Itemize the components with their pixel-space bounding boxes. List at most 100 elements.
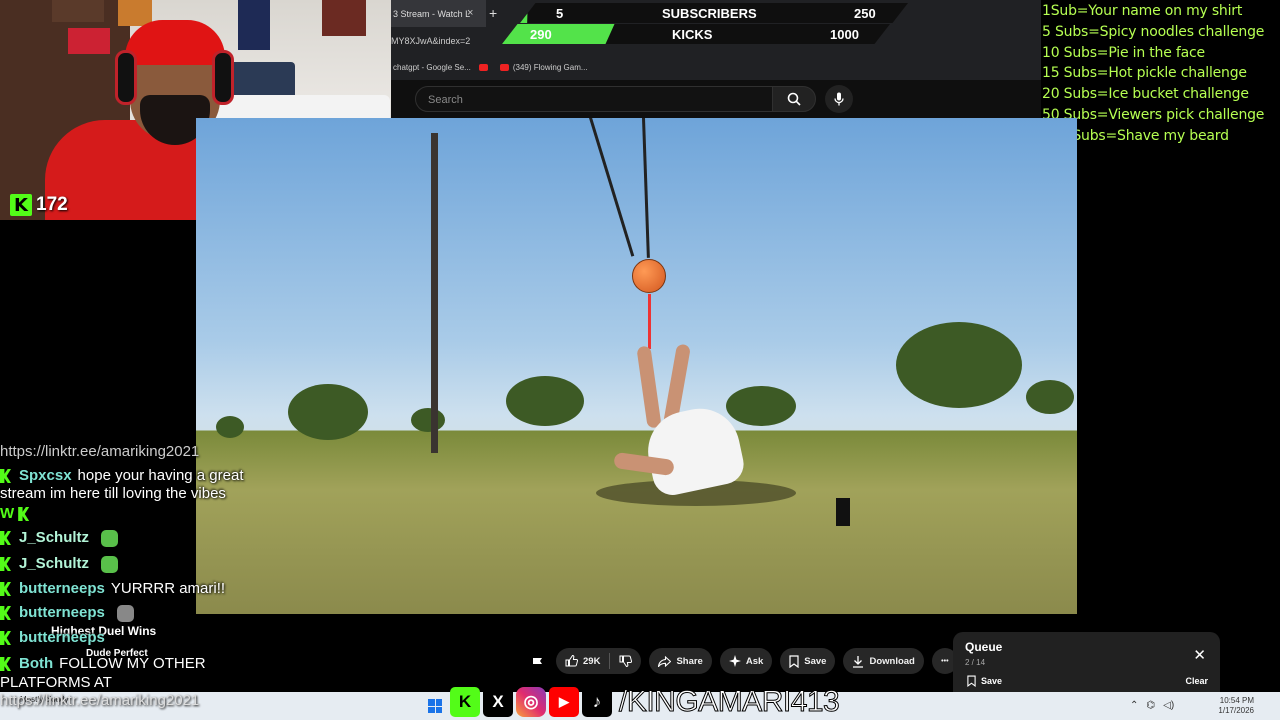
video-player[interactable] bbox=[196, 118, 1077, 614]
chat-link: https://linktr.ee/amariking2021 bbox=[0, 443, 200, 460]
bookmark-item[interactable]: (349) Flowing Gam... bbox=[499, 63, 588, 72]
sub-goal-item: 50 Subs=Viewers pick challenge bbox=[1042, 106, 1265, 123]
subs-goal: 250 bbox=[854, 6, 876, 21]
like-button[interactable]: 29K bbox=[556, 648, 642, 674]
headset bbox=[212, 50, 234, 105]
kick-badge-icon bbox=[0, 657, 11, 672]
search-button[interactable] bbox=[772, 86, 816, 112]
youtube-header: Search bbox=[391, 80, 1042, 118]
basketball bbox=[632, 259, 666, 293]
sub-goal-item: 100 Subs=Shave my beard bbox=[1042, 127, 1229, 144]
chat-message: Both FOLLOW MY OTHER bbox=[0, 655, 206, 672]
flag-poster bbox=[68, 28, 110, 54]
download-label: Download bbox=[869, 655, 915, 667]
kicks-goal-row: 290 KICKS 1000 bbox=[502, 24, 890, 44]
goal-pole bbox=[431, 133, 438, 453]
queue-save-label: Save bbox=[981, 676, 1003, 686]
x-logo-icon: X bbox=[483, 687, 513, 717]
kick-badge-icon bbox=[0, 469, 11, 484]
chat-message: butterneeps YURRRR amari!! bbox=[0, 580, 225, 597]
tree bbox=[506, 376, 584, 426]
chat-text: https://linktr.ee/amariking2021 bbox=[0, 692, 200, 709]
save-label: Save bbox=[804, 655, 827, 667]
tree bbox=[896, 322, 1022, 408]
chat-username: butterneeps bbox=[19, 604, 105, 621]
arm bbox=[636, 345, 662, 429]
thumbs-down-icon[interactable] bbox=[619, 655, 633, 667]
subs-label: SUBSCRIBERS bbox=[662, 6, 757, 21]
share-button[interactable]: Share bbox=[649, 648, 712, 674]
chat-text: PLATFORMS AT bbox=[0, 674, 112, 691]
tree bbox=[1026, 380, 1074, 414]
social-links-banner: K X ◎ ▶ ♪ /KINGAMARI413 bbox=[450, 684, 840, 720]
queue-clear-button[interactable]: Clear bbox=[1185, 676, 1208, 686]
search-input[interactable]: Search bbox=[415, 86, 773, 112]
volume-icon[interactable]: ◁) bbox=[1163, 700, 1174, 711]
tab-title: 3 Stream - Watch L bbox=[393, 9, 471, 19]
chat-username: J_Schultz bbox=[19, 555, 90, 572]
instagram-logo-icon: ◎ bbox=[516, 687, 546, 717]
chat-username: butterneeps bbox=[19, 580, 105, 597]
new-tab-button[interactable]: + bbox=[489, 5, 497, 21]
subscribers-goal-row: 5 SUBSCRIBERS 250 bbox=[520, 3, 908, 23]
windows-start-icon[interactable] bbox=[428, 699, 442, 713]
download-button[interactable]: Download bbox=[843, 648, 924, 674]
kick-viewer-count: K 172 bbox=[10, 194, 68, 216]
kick-badge-icon bbox=[0, 631, 11, 646]
chat-text: FOLLOW MY OTHER bbox=[59, 655, 206, 672]
clock-time: 10:54 PM bbox=[1219, 696, 1254, 705]
browser-tab[interactable]: 3 Stream - Watch L × bbox=[391, 0, 486, 27]
clip-icon[interactable] bbox=[526, 648, 548, 674]
kick-badge-icon bbox=[18, 507, 30, 522]
bookmark-item[interactable]: chatgpt - Google Se... bbox=[393, 63, 471, 72]
subscriber-goal-bar: 5 SUBSCRIBERS 250 290 KICKS 1000 bbox=[500, 0, 910, 46]
clock[interactable]: 10:54 PM 1/17/2026 bbox=[1218, 696, 1254, 716]
emote-icon bbox=[101, 555, 119, 573]
queue-save-button[interactable]: Save bbox=[967, 675, 1002, 687]
wall-poster bbox=[322, 0, 366, 36]
tab-close-icon[interactable]: × bbox=[467, 7, 473, 19]
search-icon bbox=[787, 92, 801, 106]
chat-message: butterneeps bbox=[0, 604, 134, 622]
chat-username: butterneeps bbox=[19, 629, 105, 646]
chat-message: butterneeps bbox=[0, 629, 111, 646]
bookmark-label: (349) Flowing Gam... bbox=[512, 63, 588, 72]
bookmark-icon bbox=[967, 675, 976, 687]
download-icon bbox=[853, 655, 864, 668]
network-icon[interactable]: ⌬ bbox=[1146, 700, 1155, 711]
share-label: Share bbox=[676, 655, 703, 667]
handle-strap bbox=[648, 294, 651, 349]
video-actions: 29K Share Ask Save Download ••• bbox=[526, 648, 958, 674]
divider bbox=[609, 653, 611, 669]
subs-current: 5 bbox=[556, 6, 564, 21]
address-bar[interactable]: MY8XJwA&index=2 bbox=[391, 36, 470, 46]
close-icon[interactable]: ✕ bbox=[1193, 646, 1206, 664]
share-icon bbox=[658, 655, 672, 667]
emote-icon bbox=[101, 529, 119, 547]
ask-button[interactable]: Ask bbox=[719, 648, 773, 674]
queue-panel: Queue 2 / 14 ✕ Save Clear bbox=[953, 632, 1220, 692]
sub-goal-item: 15 Subs=Hot pickle challenge bbox=[1042, 65, 1247, 82]
tiktok-logo-icon: ♪ bbox=[582, 687, 612, 717]
bookmark-icon bbox=[789, 654, 799, 668]
youtube-logo-icon: ▶ bbox=[549, 687, 579, 717]
voice-search-button[interactable] bbox=[825, 85, 853, 113]
clock-date: 1/17/2026 bbox=[1218, 706, 1254, 715]
sub-goal-item: 10 Subs=Pie in the face bbox=[1042, 44, 1205, 61]
save-button[interactable]: Save bbox=[780, 648, 836, 674]
tree bbox=[288, 384, 368, 440]
youtube-icon bbox=[499, 64, 509, 72]
kicks-label: KICKS bbox=[672, 27, 713, 42]
kick-badge-icon bbox=[0, 582, 11, 597]
ask-label: Ask bbox=[745, 655, 764, 667]
chat-username: Both bbox=[19, 655, 54, 672]
kick-logo-icon: K bbox=[450, 687, 480, 717]
youtube-icon bbox=[478, 64, 488, 71]
camera-tripod bbox=[836, 498, 850, 526]
kick-logo-icon: K bbox=[10, 194, 32, 216]
bookmarks-bar: chatgpt - Google Se... (349) Flowing Gam… bbox=[391, 55, 1042, 80]
wall-poster bbox=[238, 0, 270, 50]
microphone-icon bbox=[834, 92, 844, 106]
chevron-up-icon[interactable]: ⌃ bbox=[1130, 700, 1138, 711]
kick-badge-icon bbox=[0, 606, 11, 621]
